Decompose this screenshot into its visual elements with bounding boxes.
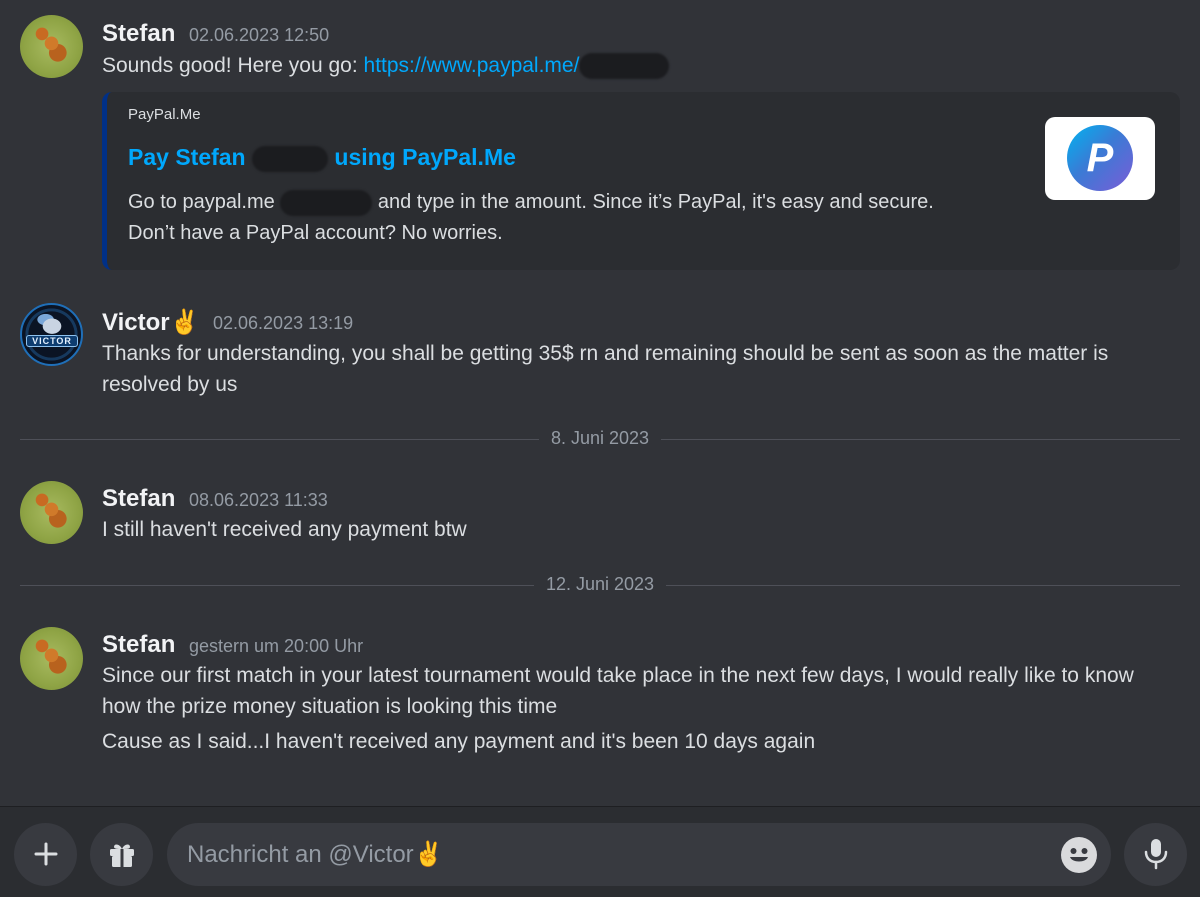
composer-bar — [0, 806, 1200, 897]
date-divider-label: 12. Juni 2023 — [0, 574, 1200, 595]
embed-title-start[interactable]: Pay Stefan — [128, 144, 246, 170]
author-name[interactable]: Stefan — [102, 631, 175, 659]
date-divider-text: 8. Juni 2023 — [538, 428, 662, 448]
timestamp: 02.06.2023 12:50 — [189, 25, 330, 45]
avatar-stefan[interactable] — [20, 481, 83, 544]
message-text: Since our first match in your latest tou… — [102, 660, 1182, 757]
author-name[interactable]: Stefan — [102, 485, 175, 513]
plus-icon — [34, 842, 57, 866]
message-line: Since our first match in your latest tou… — [102, 664, 1134, 687]
embed-desc-line2: Don’t have a PayPal account? No worries. — [128, 222, 503, 244]
message-line: Cause as I said...I haven't received any… — [102, 730, 816, 753]
gift-button[interactable] — [90, 823, 153, 886]
embed-thumbnail[interactable]: P — [1045, 117, 1155, 200]
embed-description: Go to paypal.me and type in the amount. … — [128, 187, 1028, 249]
voice-message-button[interactable] — [1124, 823, 1187, 886]
microphone-icon — [1144, 839, 1167, 870]
link-embed: PayPal.Me Pay Stefan using PayPal.Me Go … — [102, 92, 1180, 270]
embed-desc-end: and type in the amount. Since it’s PayPa… — [377, 191, 934, 213]
message-line: resolved by us — [102, 373, 238, 396]
timestamp: gestern um 20:00 Uhr — [189, 636, 364, 656]
paypal-link[interactable]: https://www.paypal.me/ — [364, 54, 580, 77]
embed-title[interactable]: Pay Stefan using PayPal.Me — [128, 144, 516, 172]
message-line: Thanks for understanding, you shall be g… — [102, 342, 1109, 365]
redacted-block — [252, 145, 328, 172]
avatar-badge-text: VICTOR — [26, 335, 78, 347]
author-name[interactable]: Stefan — [102, 20, 175, 48]
avatar-victor[interactable]: VICTOR — [20, 303, 83, 366]
message-text: Thanks for understanding, you shall be g… — [102, 338, 1182, 400]
redacted-block — [280, 189, 373, 216]
embed-title-end[interactable]: using PayPal.Me — [334, 144, 516, 170]
author-name[interactable]: Victor✌️ — [102, 308, 199, 337]
message-text: I still haven't received any payment btw — [102, 518, 467, 541]
add-attachment-button[interactable] — [14, 823, 77, 886]
mascot-icon — [36, 313, 68, 335]
paypal-logo-icon: P — [1067, 125, 1133, 191]
embed-desc-start: Go to paypal.me — [128, 191, 275, 213]
avatar-stefan[interactable] — [20, 627, 83, 690]
message-text-prefix: Sounds good! Here you go: — [102, 54, 364, 77]
emoji-button[interactable] — [1061, 837, 1097, 873]
message-text: Sounds good! Here you go: https://www.pa… — [102, 50, 670, 81]
embed-provider[interactable]: PayPal.Me — [128, 106, 201, 123]
date-divider-text: 12. Juni 2023 — [533, 574, 667, 594]
paypal-p-glyph: P — [1086, 136, 1114, 180]
message-input-box[interactable] — [167, 823, 1111, 886]
timestamp: 02.06.2023 13:19 — [213, 313, 354, 333]
gift-icon — [109, 844, 134, 867]
smiley-icon — [1070, 848, 1088, 862]
message-line: how the prize money situation is looking… — [102, 695, 558, 718]
timestamp: 08.06.2023 11:33 — [189, 490, 328, 510]
avatar-stefan[interactable] — [20, 15, 83, 78]
message-input[interactable] — [187, 823, 1047, 886]
redacted-block — [579, 53, 670, 80]
date-divider-label: 8. Juni 2023 — [0, 428, 1200, 449]
